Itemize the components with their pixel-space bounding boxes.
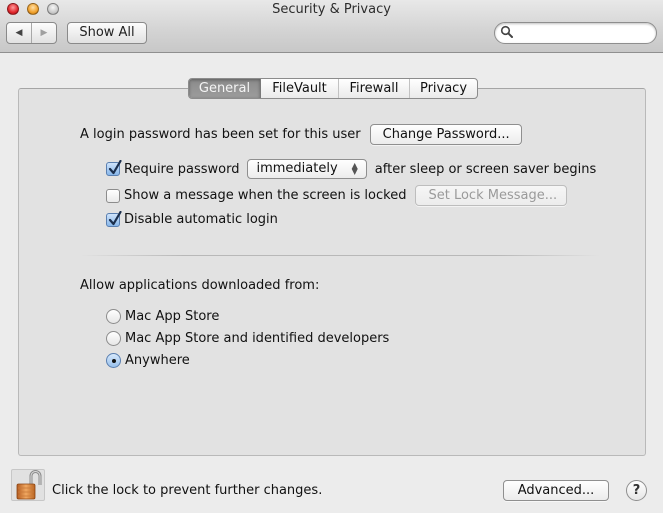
window-title: Security & Privacy xyxy=(272,2,391,17)
tab-filevault[interactable]: FileVault xyxy=(261,79,339,98)
radio-button[interactable] xyxy=(106,331,121,346)
back-forward-control: ◀ ▶ xyxy=(6,22,57,44)
lock-button[interactable] xyxy=(11,469,45,501)
popup-arrows-icon: ▲ ▼ xyxy=(351,161,358,176)
help-button[interactable]: ? xyxy=(626,480,647,501)
show-message-checkbox[interactable] xyxy=(106,188,120,203)
radio-option-mac-app-store[interactable]: Mac App Store xyxy=(106,309,219,324)
radio-button[interactable] xyxy=(106,309,121,324)
login-password-text: A login password has been set for this u… xyxy=(80,127,361,142)
unlocked-padlock-icon xyxy=(16,470,42,500)
search-icon xyxy=(500,25,514,39)
search-input[interactable] xyxy=(517,25,647,41)
tab-bar: General FileVault Firewall Privacy xyxy=(188,78,478,99)
login-password-row: A login password has been set for this u… xyxy=(80,124,522,145)
allow-apps-heading-row: Allow applications downloaded from: xyxy=(80,278,319,293)
radio-label: Anywhere xyxy=(125,353,190,368)
forward-button[interactable]: ▶ xyxy=(32,23,56,43)
popup-selected-value: immediately xyxy=(256,161,338,176)
show-message-row: Show a message when the screen is locked… xyxy=(106,185,568,206)
require-password-suffix: after sleep or screen saver begins xyxy=(374,161,597,177)
tab-privacy[interactable]: Privacy xyxy=(410,79,477,98)
radio-button[interactable] xyxy=(106,353,121,368)
set-lock-message-button[interactable]: Set Lock Message... xyxy=(415,185,568,206)
radio-label: Mac App Store and identified developers xyxy=(125,331,390,346)
disable-auto-login-label: Disable automatic login xyxy=(124,212,278,227)
radio-option-anywhere[interactable]: Anywhere xyxy=(106,353,190,368)
advanced-button[interactable]: Advanced... xyxy=(503,480,609,501)
disable-auto-login-checkbox[interactable] xyxy=(106,210,122,227)
show-all-button[interactable]: Show All xyxy=(67,22,147,44)
require-password-row: Require password immediately ▲ ▼ after sl… xyxy=(106,159,596,179)
window-toolbar: Security & Privacy ◀ ▶ Show All xyxy=(0,0,663,53)
lock-status-text: Click the lock to prevent further change… xyxy=(52,483,323,498)
require-password-delay-popup[interactable]: immediately ▲ ▼ xyxy=(247,159,367,179)
back-arrow-icon: ◀ xyxy=(15,28,23,38)
tab-general[interactable]: General xyxy=(189,79,261,98)
disable-auto-login-row: Disable automatic login xyxy=(106,210,278,227)
forward-arrow-icon: ▶ xyxy=(40,28,48,38)
search-field[interactable] xyxy=(494,22,657,44)
back-button[interactable]: ◀ xyxy=(7,23,32,43)
question-mark-icon: ? xyxy=(632,483,641,498)
require-password-checkbox[interactable] xyxy=(106,160,122,176)
require-password-label: Require password xyxy=(124,161,240,177)
show-message-label: Show a message when the screen is locked xyxy=(124,188,407,203)
allow-apps-heading: Allow applications downloaded from: xyxy=(80,278,320,293)
checkmark-icon xyxy=(108,160,122,175)
checkmark-icon xyxy=(108,210,122,225)
section-divider xyxy=(80,255,600,256)
change-password-button[interactable]: Change Password... xyxy=(369,124,522,145)
radio-option-identified-developers[interactable]: Mac App Store and identified developers xyxy=(106,331,389,346)
radio-label: Mac App Store xyxy=(125,309,220,324)
tab-firewall[interactable]: Firewall xyxy=(339,79,410,98)
